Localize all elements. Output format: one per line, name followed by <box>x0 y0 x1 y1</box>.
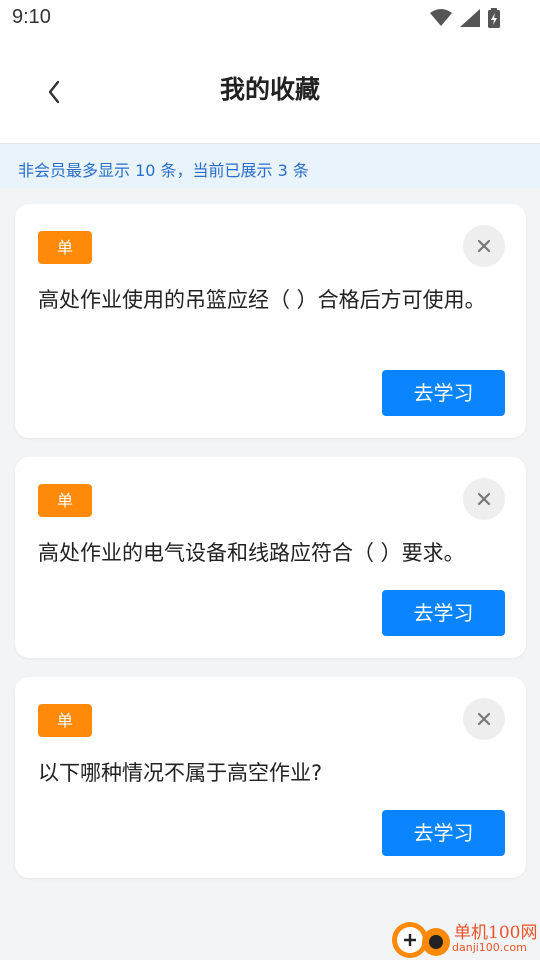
remove-favorite-button[interactable] <box>463 225 505 267</box>
chevron-left-icon <box>48 80 60 104</box>
wifi-icon <box>430 9 452 26</box>
status-time: 9:10 <box>12 6 51 28</box>
notice-text: 非会员最多显示 10 条，当前已展示 3 条 <box>18 161 309 180</box>
remove-favorite-button[interactable] <box>463 698 505 740</box>
question-text: 高处作业使用的吊篮应经（ ）合格后方可使用。 <box>38 288 486 312</box>
question-text: 高处作业的电气设备和线路应符合（ ）要求。 <box>38 541 465 565</box>
study-button[interactable]: 去学习 <box>382 370 505 416</box>
study-button[interactable]: 去学习 <box>382 590 505 636</box>
status-bar: 9:10 <box>0 0 540 36</box>
watermark-logo-icon <box>392 922 450 958</box>
close-icon <box>477 712 491 726</box>
signal-icon <box>460 9 480 27</box>
app-bar: 我的收藏 <box>0 36 540 144</box>
question-type-badge: 单 <box>38 704 92 737</box>
page-title: 我的收藏 <box>219 75 320 104</box>
status-icons <box>430 7 500 29</box>
favorite-card: 单 高处作业使用的吊篮应经（ ）合格后方可使用。 去学习 <box>15 204 526 438</box>
close-icon <box>477 239 491 253</box>
battery-icon <box>488 8 500 28</box>
watermark-name: 单机100网 <box>454 923 538 943</box>
favorite-card: 单 以下哪种情况不属于高空作业? 去学习 <box>15 677 526 878</box>
site-watermark: 单机100网 danji100.com <box>390 916 540 960</box>
close-icon <box>477 492 491 506</box>
remove-favorite-button[interactable] <box>463 478 505 520</box>
question-type-badge: 单 <box>38 231 92 264</box>
watermark-domain: danji100.com <box>452 941 527 954</box>
back-button[interactable] <box>36 72 72 112</box>
question-type-badge: 单 <box>38 484 92 517</box>
membership-notice: 非会员最多显示 10 条，当前已展示 3 条 <box>0 144 540 188</box>
favorite-card: 单 高处作业的电气设备和线路应符合（ ）要求。 去学习 <box>15 457 526 658</box>
study-button[interactable]: 去学习 <box>382 810 505 856</box>
question-text: 以下哪种情况不属于高空作业? <box>38 761 323 785</box>
